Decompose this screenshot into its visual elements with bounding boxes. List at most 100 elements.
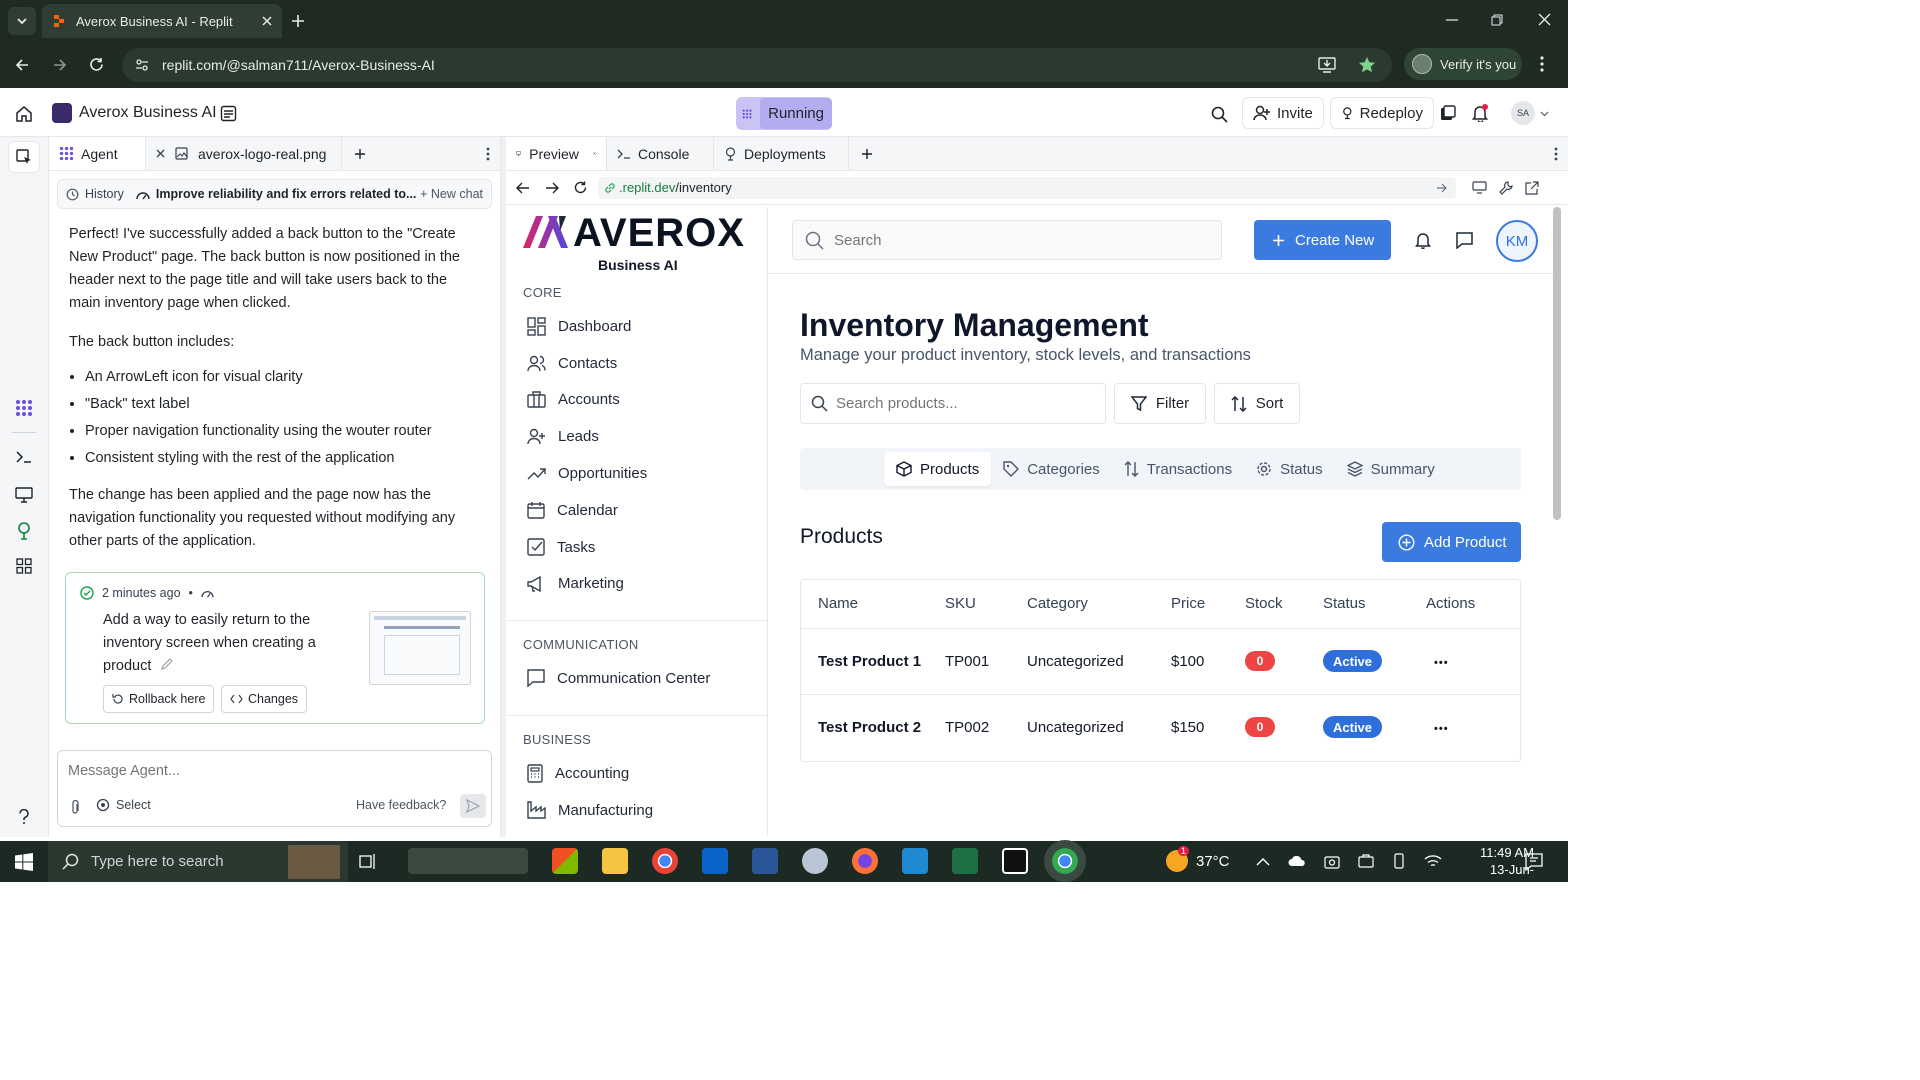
- microsoft-store-icon[interactable]: [552, 848, 578, 874]
- notifications-bell-icon[interactable]: [1472, 104, 1489, 122]
- paint-icon[interactable]: [802, 848, 828, 874]
- capcut-icon[interactable]: [1002, 848, 1028, 874]
- app-logo[interactable]: AVEROX Business AI: [523, 211, 753, 273]
- install-app-icon[interactable]: [1318, 57, 1336, 73]
- phone-link-icon[interactable]: [1392, 853, 1406, 869]
- nav-opportunities[interactable]: Opportunities: [507, 455, 767, 492]
- window-close-icon[interactable]: [1538, 13, 1551, 26]
- tab-logo-file[interactable]: averox-logo-real.png: [146, 137, 342, 170]
- new-tab-icon[interactable]: [290, 13, 306, 29]
- screen-snip-icon[interactable]: [408, 848, 528, 874]
- tab-products[interactable]: Products: [884, 452, 992, 486]
- tab-transactions[interactable]: Transactions: [1112, 452, 1244, 486]
- multiplayer-button[interactable]: [1438, 97, 1458, 129]
- site-info-icon[interactable]: [134, 57, 150, 73]
- create-new-button[interactable]: Create New: [1254, 220, 1391, 260]
- browser-menu-icon[interactable]: [1540, 56, 1544, 72]
- onedrive-cloud-icon[interactable]: [1288, 855, 1306, 867]
- excel-icon[interactable]: [952, 848, 978, 874]
- product-name[interactable]: Test Product 2: [801, 693, 945, 760]
- console-tool-icon[interactable]: [15, 450, 33, 464]
- task-view-icon[interactable]: [359, 853, 377, 870]
- more-actions-button[interactable]: •••: [1434, 657, 1449, 669]
- chrome-icon[interactable]: [652, 848, 678, 874]
- nav-manufacturing[interactable]: Manufacturing: [507, 792, 767, 829]
- verify-profile-chip[interactable]: Verify it's you: [1404, 48, 1522, 80]
- global-search-input[interactable]: [834, 231, 1214, 249]
- back-arrow-icon[interactable]: [516, 181, 530, 195]
- more-actions-button[interactable]: •••: [1434, 723, 1449, 735]
- panel-menu-button[interactable]: [476, 137, 500, 170]
- weather-widget[interactable]: 1 37°C: [1166, 846, 1230, 872]
- devtools-wrench-icon[interactable]: [1499, 180, 1513, 195]
- sort-button[interactable]: Sort: [1214, 383, 1300, 424]
- redeploy-button[interactable]: Redeploy: [1330, 97, 1434, 129]
- tab-status[interactable]: Status: [1244, 452, 1335, 486]
- windows-start-icon[interactable]: [15, 853, 33, 871]
- go-arrow-icon[interactable]: [1436, 182, 1448, 194]
- chevron-down-icon[interactable]: [1540, 111, 1549, 117]
- minimize-icon[interactable]: [1446, 18, 1458, 22]
- message-input[interactable]: [68, 761, 478, 781]
- project-name[interactable]: Averox Business AI: [79, 104, 217, 122]
- close-icon[interactable]: [156, 149, 165, 158]
- close-icon[interactable]: [262, 16, 272, 26]
- bookmark-star-icon[interactable]: [1358, 56, 1376, 74]
- table-row[interactable]: Test Product 2 TP002 Uncategorized $150 …: [801, 693, 1520, 760]
- invite-button[interactable]: Invite: [1242, 97, 1324, 129]
- nav-dashboard[interactable]: Dashboard: [507, 308, 767, 345]
- tab-search-button[interactable]: [8, 7, 36, 35]
- new-tab-button[interactable]: [342, 137, 378, 170]
- file-tree-toggle[interactable]: [8, 141, 40, 173]
- tab-preview[interactable]: Preview: [506, 137, 607, 170]
- tab-deployments[interactable]: Deployments: [714, 137, 849, 170]
- tab-summary[interactable]: Summary: [1335, 452, 1447, 486]
- camera-tray-icon[interactable]: [1324, 854, 1340, 869]
- notification-center-icon[interactable]: [1525, 853, 1543, 871]
- outlook-icon[interactable]: [702, 848, 728, 874]
- wifi-icon[interactable]: [1424, 854, 1442, 868]
- select-element-button[interactable]: Select: [96, 798, 151, 812]
- send-button[interactable]: [460, 794, 486, 818]
- running-status-button[interactable]: Running: [736, 97, 832, 130]
- tab-categories[interactable]: Categories: [991, 452, 1112, 486]
- help-icon[interactable]: [18, 809, 30, 825]
- open-external-icon[interactable]: [1525, 180, 1539, 195]
- chrome-active-icon[interactable]: [1044, 840, 1086, 882]
- tab-console[interactable]: Console: [607, 137, 714, 170]
- product-name[interactable]: Test Product 1: [801, 627, 945, 694]
- taskbar-search[interactable]: Type here to search: [48, 841, 348, 882]
- device-preview-icon[interactable]: [1472, 181, 1487, 194]
- usb-device-icon[interactable]: [1358, 854, 1374, 868]
- nav-calendar[interactable]: Calendar: [507, 492, 767, 529]
- home-icon[interactable]: [15, 105, 33, 123]
- product-search[interactable]: [800, 383, 1106, 424]
- global-search[interactable]: [792, 220, 1222, 260]
- product-search-input[interactable]: [836, 395, 1096, 412]
- new-tab-button[interactable]: [849, 137, 885, 170]
- rollback-button[interactable]: Rollback here: [103, 685, 215, 713]
- back-arrow-icon[interactable]: [14, 57, 30, 73]
- browser-tab[interactable]: Averox Business AI - Replit: [42, 4, 282, 38]
- thread-title[interactable]: Improve reliability and fix errors relat…: [156, 187, 417, 201]
- firefox-icon[interactable]: [852, 848, 878, 874]
- filter-button[interactable]: Filter: [1114, 383, 1206, 424]
- attach-paperclip-icon[interactable]: [70, 800, 80, 815]
- preview-url-field[interactable]: .replit.dev /inventory: [598, 176, 1456, 199]
- preview-tool-icon[interactable]: [15, 487, 33, 503]
- file-explorer-icon[interactable]: [602, 848, 628, 874]
- checkpoint-thumbnail[interactable]: [369, 611, 471, 685]
- deployments-tool-icon[interactable]: [16, 522, 32, 540]
- vscode-icon[interactable]: [902, 848, 928, 874]
- chevron-up-icon[interactable]: [1256, 857, 1270, 866]
- agent-tool-icon[interactable]: [15, 399, 33, 417]
- history-button[interactable]: History: [85, 187, 124, 201]
- nav-accounting[interactable]: Accounting: [507, 755, 767, 792]
- changes-button[interactable]: Changes: [221, 685, 308, 713]
- new-chat-button[interactable]: + New chat: [420, 187, 483, 201]
- nav-contacts[interactable]: Contacts: [507, 345, 767, 382]
- address-bar[interactable]: replit.com/@salman711/Averox-Business-AI: [122, 48, 1392, 82]
- forward-arrow-icon[interactable]: [52, 57, 68, 73]
- all-tools-icon[interactable]: [16, 558, 32, 574]
- project-info-icon[interactable]: [220, 105, 237, 122]
